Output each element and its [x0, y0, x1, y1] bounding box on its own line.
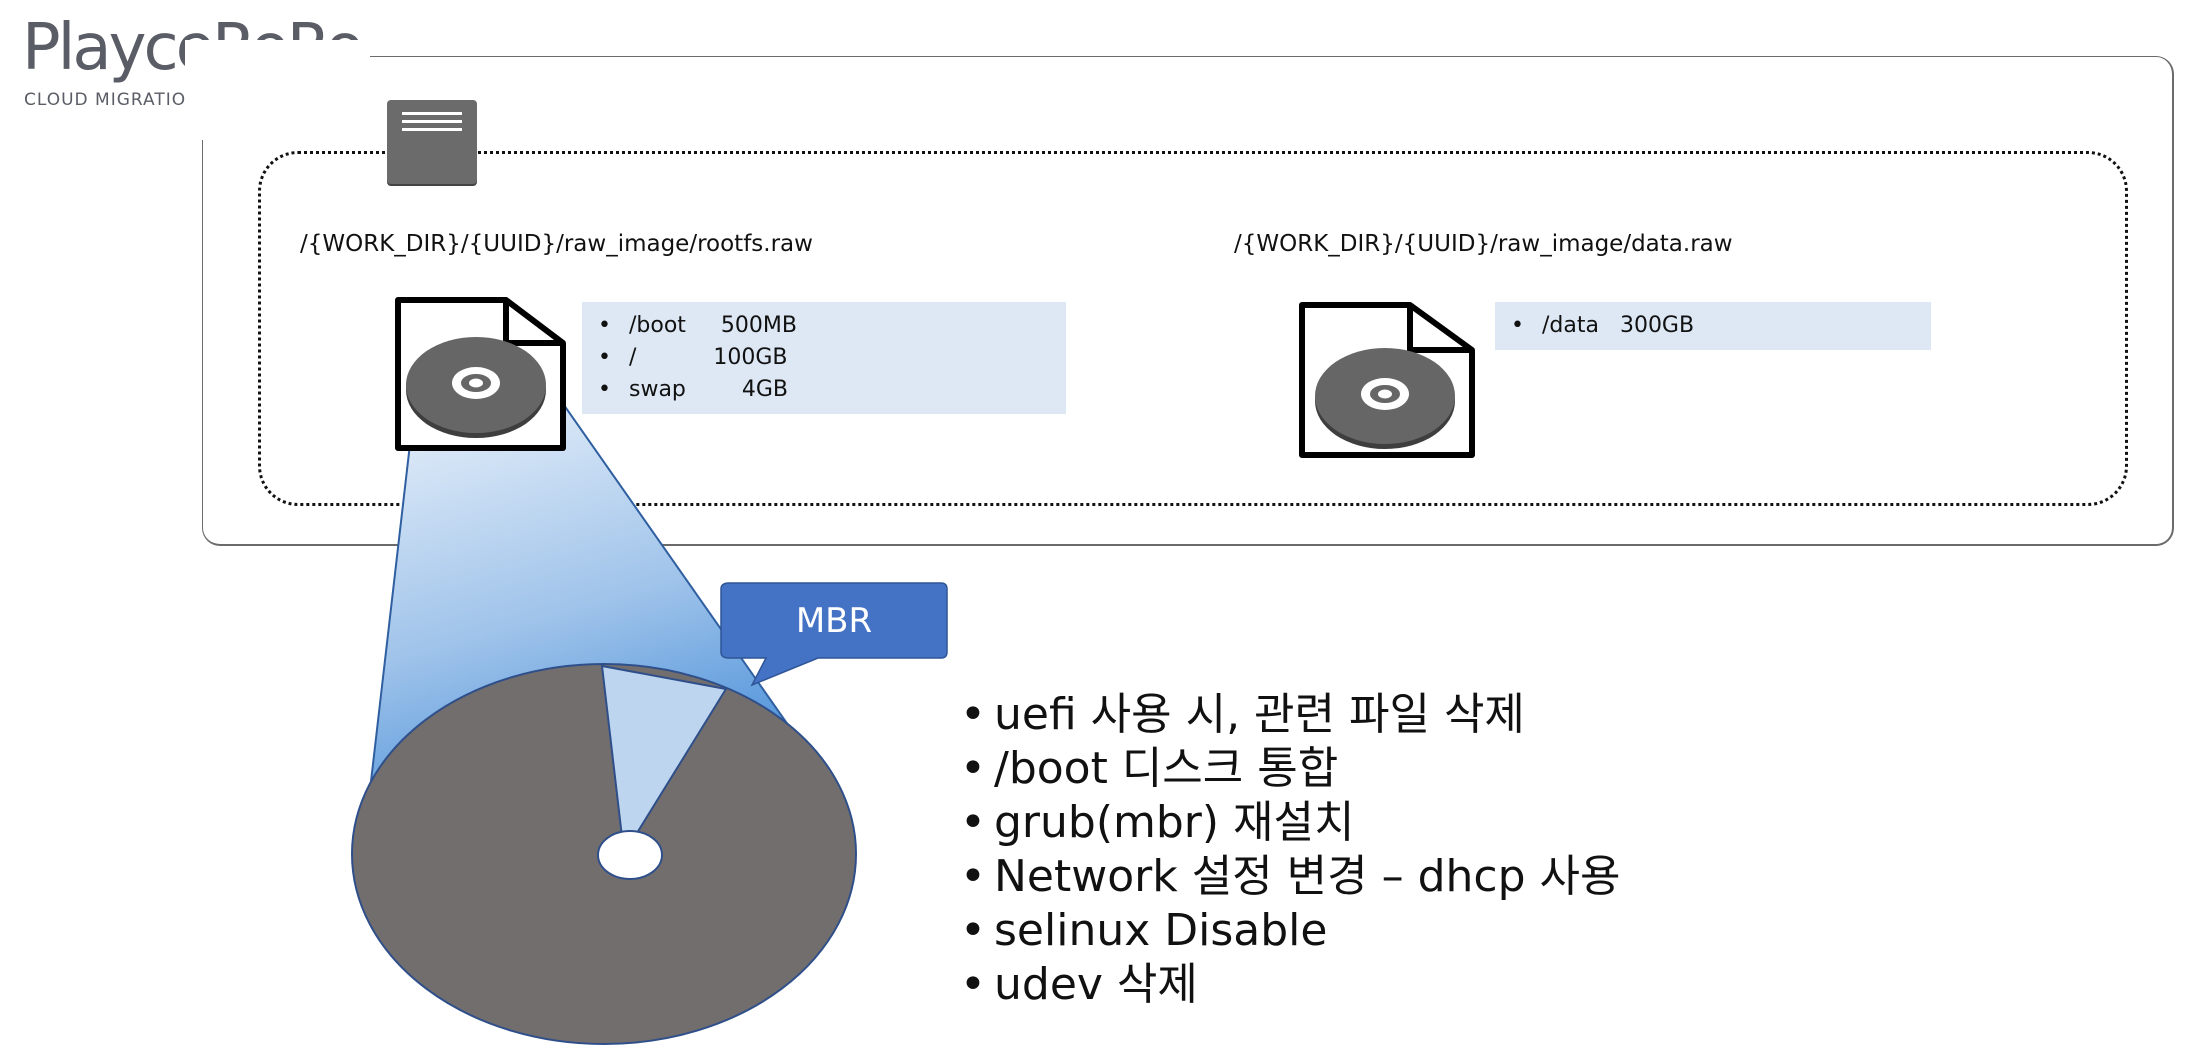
- step-item: uefi 사용 시, 관련 파일 삭제: [960, 688, 1620, 742]
- step-item: grub(mbr) 재설치: [960, 796, 1620, 850]
- data-disk-file-icon: [1299, 302, 1475, 458]
- rootfs-disk-file-icon: [395, 297, 566, 451]
- step-item: Network 설정 변경 – dhcp 사용: [960, 850, 1620, 904]
- migration-steps-list: uefi 사용 시, 관련 파일 삭제 /boot 디스크 통합 grub(mb…: [960, 688, 1620, 1012]
- step-item: /boot 디스크 통합: [960, 742, 1620, 796]
- mbr-callout-label: MBR: [795, 600, 873, 641]
- disk-hole: [597, 830, 663, 880]
- step-item: selinux Disable: [960, 904, 1620, 958]
- step-item: udev 삭제: [960, 958, 1620, 1012]
